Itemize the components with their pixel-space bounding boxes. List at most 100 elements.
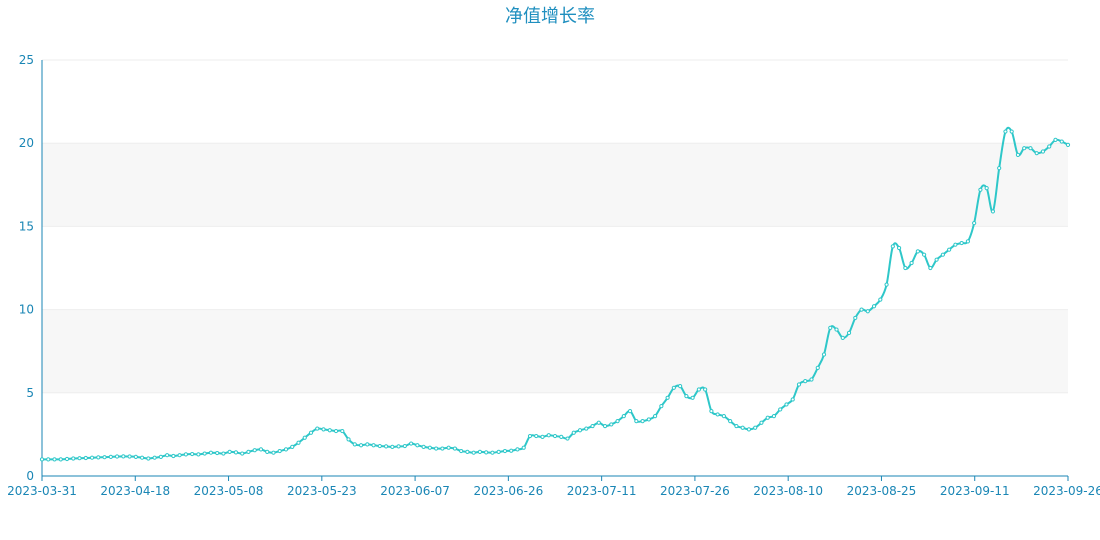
data-point[interactable] — [64, 456, 70, 462]
data-point[interactable] — [640, 418, 645, 424]
data-point[interactable] — [621, 414, 626, 419]
data-point[interactable] — [283, 447, 289, 452]
data-point[interactable] — [940, 252, 945, 257]
data-point[interactable] — [972, 220, 977, 226]
data-point[interactable] — [540, 434, 545, 439]
data-point[interactable] — [615, 418, 620, 424]
data-point[interactable] — [584, 426, 589, 431]
data-point[interactable] — [896, 245, 902, 251]
data-point[interactable] — [1047, 144, 1052, 149]
data-point[interactable] — [721, 414, 727, 419]
data-point[interactable] — [565, 436, 570, 441]
data-point[interactable] — [890, 244, 895, 249]
data-point[interactable] — [271, 450, 276, 455]
data-point[interactable] — [790, 397, 795, 402]
data-point[interactable] — [571, 430, 576, 435]
data-point[interactable] — [959, 240, 964, 246]
data-point[interactable] — [371, 443, 376, 448]
data-point[interactable] — [146, 456, 151, 461]
data-point[interactable] — [690, 395, 695, 400]
data-point[interactable] — [815, 365, 820, 370]
data-point[interactable] — [671, 385, 676, 390]
data-point[interactable] — [915, 249, 920, 254]
data-point[interactable] — [246, 449, 251, 454]
data-point[interactable] — [559, 434, 564, 439]
data-point[interactable] — [884, 282, 889, 287]
data-point[interactable] — [377, 443, 382, 449]
data-point[interactable] — [277, 448, 282, 454]
data-point[interactable] — [233, 450, 239, 455]
data-point[interactable] — [534, 433, 539, 439]
data-point[interactable] — [997, 166, 1002, 171]
data-point[interactable] — [452, 446, 457, 451]
data-point[interactable] — [922, 252, 927, 257]
data-point[interactable] — [290, 444, 295, 449]
data-point[interactable] — [114, 454, 120, 459]
data-point[interactable] — [853, 315, 858, 321]
data-point[interactable] — [89, 455, 95, 460]
data-point[interactable] — [846, 330, 852, 335]
data-point[interactable] — [383, 444, 389, 449]
data-point[interactable] — [759, 420, 764, 425]
data-point[interactable] — [1028, 146, 1033, 151]
data-point[interactable] — [840, 335, 845, 340]
data-point[interactable] — [83, 455, 88, 461]
data-point[interactable] — [609, 422, 614, 427]
data-point[interactable] — [934, 257, 939, 262]
data-point[interactable] — [527, 433, 533, 439]
data-point[interactable] — [646, 417, 651, 422]
data-point[interactable] — [121, 454, 126, 459]
data-point[interactable] — [834, 327, 839, 332]
data-point[interactable] — [590, 423, 595, 429]
data-point[interactable] — [871, 304, 877, 309]
data-point[interactable] — [928, 265, 933, 271]
data-point[interactable] — [1034, 151, 1039, 156]
data-point[interactable] — [878, 297, 883, 302]
data-point[interactable] — [58, 457, 63, 462]
data-point[interactable] — [753, 425, 758, 430]
data-point[interactable] — [1059, 139, 1064, 144]
data-point[interactable] — [546, 433, 551, 438]
data-point[interactable] — [990, 209, 996, 214]
data-point[interactable] — [602, 423, 608, 429]
data-point[interactable] — [1022, 146, 1027, 151]
data-point[interactable] — [258, 447, 264, 452]
data-point[interactable] — [240, 451, 245, 456]
data-point[interactable] — [158, 454, 163, 459]
data-point[interactable] — [728, 418, 733, 424]
data-point[interactable] — [978, 187, 983, 192]
data-point[interactable] — [365, 442, 370, 447]
data-point[interactable] — [1040, 149, 1046, 154]
data-point[interactable] — [190, 451, 195, 457]
data-point[interactable] — [227, 449, 232, 454]
data-point[interactable] — [746, 427, 752, 432]
data-point[interactable] — [490, 450, 495, 455]
data-point[interactable] — [127, 454, 132, 459]
data-point[interactable] — [909, 260, 914, 266]
data-point[interactable] — [133, 454, 138, 459]
data-point[interactable] — [496, 449, 501, 454]
data-point[interactable] — [102, 455, 107, 460]
data-point[interactable] — [828, 325, 833, 330]
data-point[interactable] — [1015, 152, 1021, 157]
data-point[interactable] — [577, 428, 583, 433]
data-point[interactable] — [77, 456, 82, 461]
data-point[interactable] — [953, 242, 958, 247]
data-point[interactable] — [427, 445, 432, 450]
data-point[interactable] — [715, 412, 720, 417]
data-point[interactable] — [390, 444, 395, 449]
data-point[interactable] — [402, 443, 407, 449]
data-point[interactable] — [521, 445, 526, 450]
data-point[interactable] — [446, 445, 451, 450]
data-point[interactable] — [39, 457, 45, 462]
data-point[interactable] — [183, 452, 188, 457]
data-point[interactable] — [396, 444, 401, 449]
data-point[interactable] — [321, 427, 326, 432]
data-point[interactable] — [152, 455, 157, 460]
data-point[interactable] — [903, 265, 908, 271]
data-point[interactable] — [46, 457, 51, 462]
data-point[interactable] — [415, 443, 420, 448]
data-point[interactable] — [71, 456, 76, 461]
data-point[interactable] — [734, 423, 739, 429]
data-point[interactable] — [1009, 129, 1014, 134]
